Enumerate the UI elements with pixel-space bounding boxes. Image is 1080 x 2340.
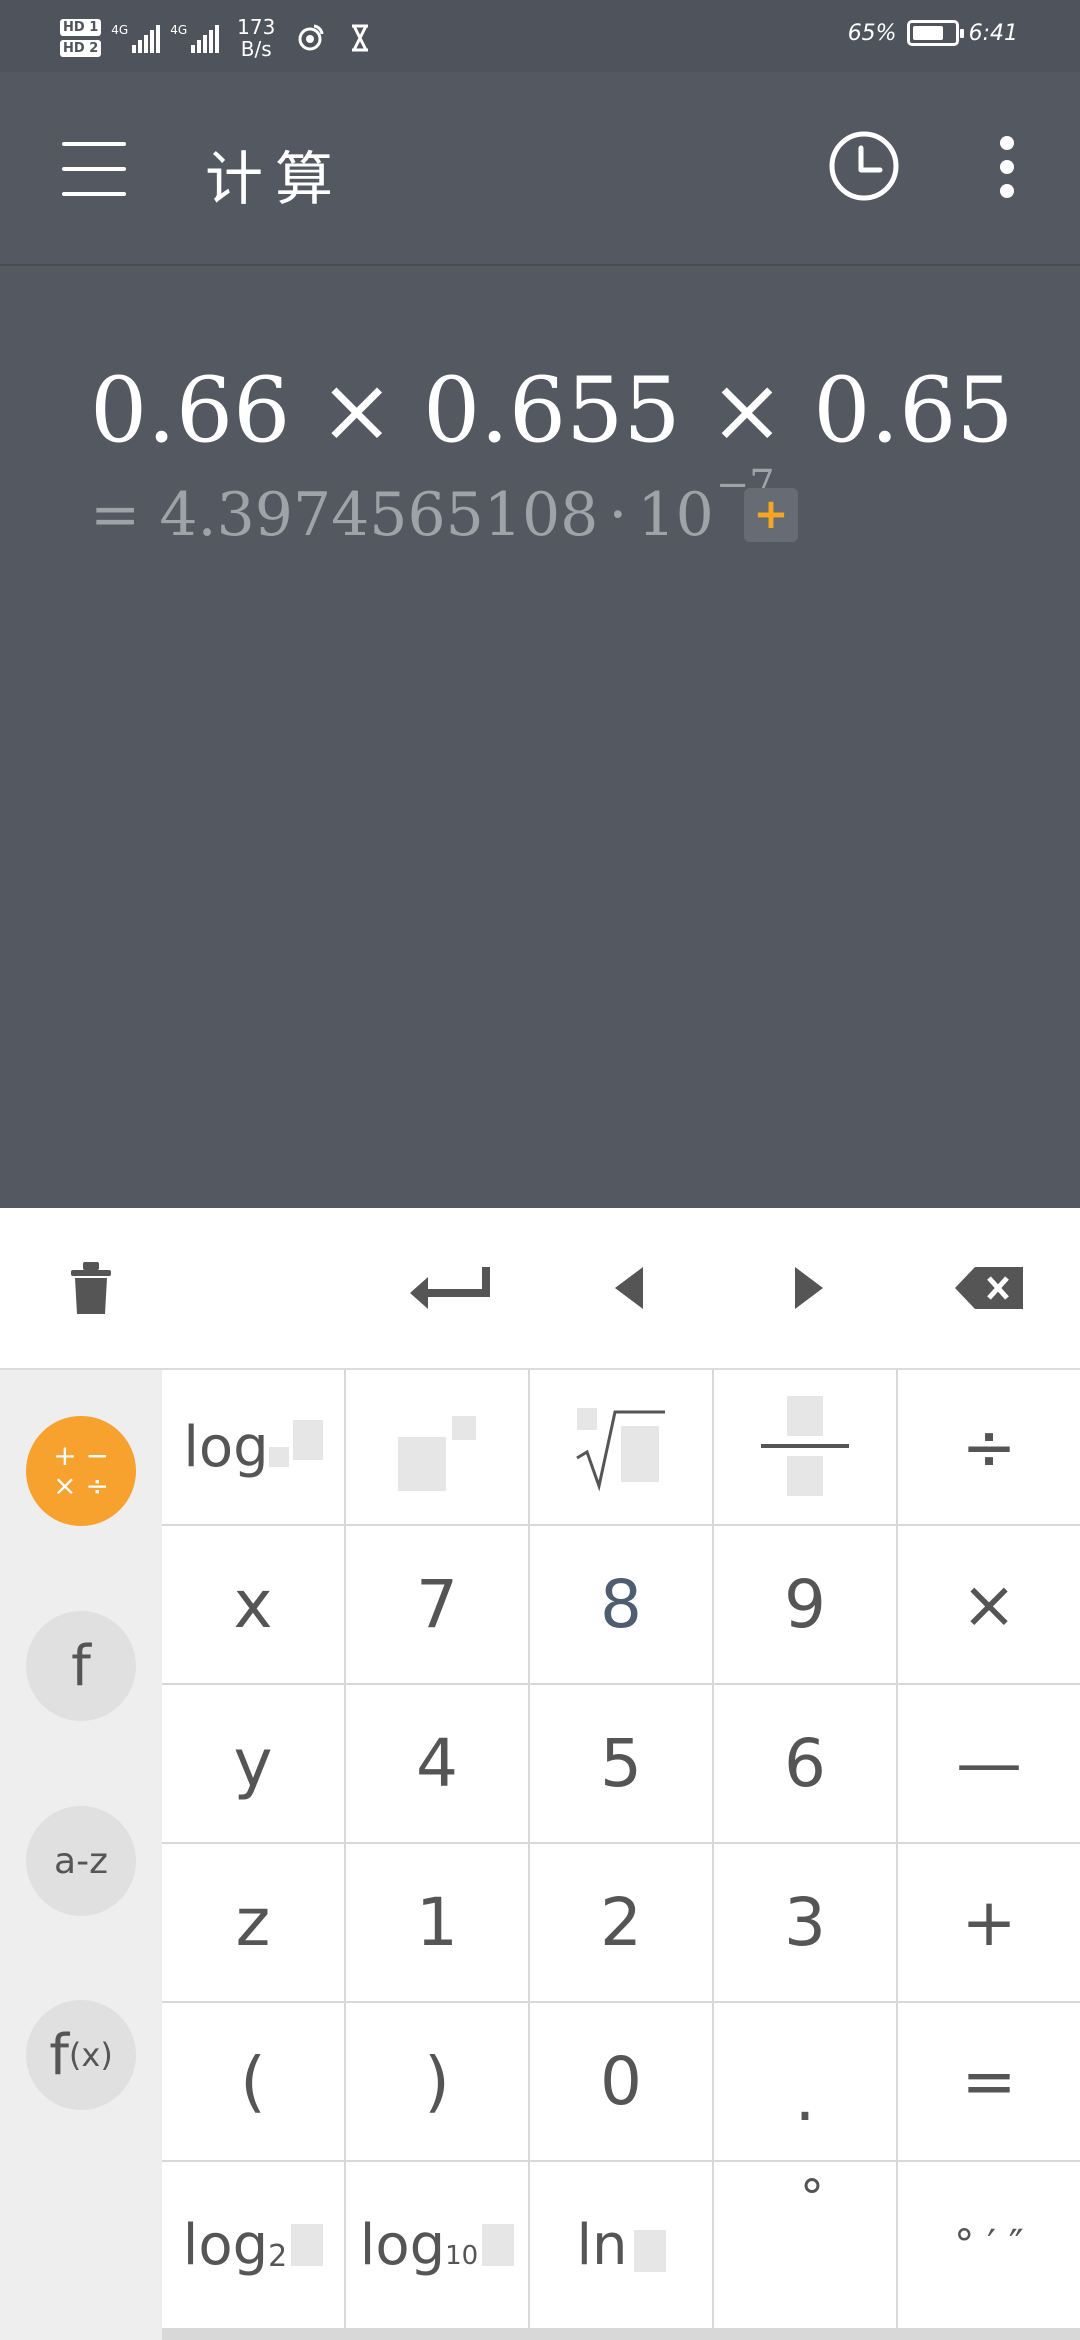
key-left-paren[interactable]: (: [162, 2003, 344, 2160]
signal-icon: 4G: [111, 23, 161, 53]
keypad-mode-sidebar: + − × ÷ f a-z f (x): [0, 1370, 162, 2340]
key-1[interactable]: 1: [346, 1844, 528, 2001]
key-y[interactable]: y: [162, 1685, 344, 1842]
key-minus[interactable]: —: [898, 1685, 1080, 1842]
key-6[interactable]: 6: [714, 1685, 896, 1842]
battery-percent: 65%: [847, 20, 897, 46]
fraction-icon: [761, 1396, 849, 1496]
key-grid: log ÷ x 7 8 9 × y 4 5 6 — z 1 2 3 + ( ) …: [162, 1370, 1080, 2340]
root-icon: [576, 1408, 665, 1492]
key-ln[interactable]: ln: [530, 2162, 712, 2328]
key-divide[interactable]: ÷: [898, 1370, 1080, 1524]
key-4[interactable]: 4: [346, 1685, 528, 1842]
add-result-button[interactable]: +: [744, 488, 798, 542]
calculator-display: 0.66 × 0.655 × 0.65 = 4.3974565108 · 10 …: [0, 268, 1080, 1208]
key-8[interactable]: 8: [530, 1526, 712, 1683]
functions-mode-button[interactable]: f: [26, 1611, 136, 1721]
hourglass-icon: [352, 24, 369, 52]
key-x[interactable]: x: [162, 1526, 344, 1683]
more-vertical-icon[interactable]: [990, 136, 1022, 200]
trash-icon[interactable]: [46, 1258, 136, 1318]
enter-icon[interactable]: [404, 1258, 494, 1318]
status-bar: HD 1 HD 2 4G 4G 173 B/s 65% 6:41: [0, 0, 1080, 72]
key-decimal[interactable]: .: [714, 2003, 896, 2160]
arrow-left-icon[interactable]: [584, 1258, 674, 1318]
edit-toolbar: [0, 1208, 1080, 1370]
key-2[interactable]: 2: [530, 1844, 712, 2001]
key-3[interactable]: 3: [714, 1844, 896, 2001]
hd2-badge: HD 2: [60, 40, 102, 57]
hamburger-icon[interactable]: [62, 142, 126, 196]
key-fraction[interactable]: [714, 1370, 896, 1524]
key-log[interactable]: log: [162, 1370, 344, 1524]
arrow-right-icon[interactable]: [764, 1258, 854, 1318]
clock-icon[interactable]: [828, 130, 900, 202]
operators-mode-button[interactable]: + − × ÷: [26, 1416, 136, 1526]
keypad: + − × ÷ f a-z f(x) log ÷ x 7 8 9 × y 4: [0, 1370, 1080, 2340]
weibo-icon: [298, 24, 324, 51]
clock-time: 6:41: [968, 20, 1018, 46]
key-dms[interactable]: ° ′ ″: [898, 2162, 1080, 2328]
key-log10[interactable]: log 10: [346, 2162, 528, 2328]
result-text: = 4.3974565108 · 10 −7: [90, 462, 775, 550]
key-z[interactable]: z: [162, 1844, 344, 2001]
battery-icon: [906, 20, 964, 46]
letters-mode-button[interactable]: a-z: [26, 1806, 136, 1916]
backspace-icon[interactable]: [944, 1258, 1034, 1318]
key-0[interactable]: 0: [530, 2003, 712, 2160]
key-root[interactable]: [530, 1370, 712, 1524]
expression-text[interactable]: 0.66 × 0.655 × 0.65: [90, 358, 1014, 463]
key-degree[interactable]: °: [714, 2162, 896, 2328]
key-plus[interactable]: +: [898, 1844, 1080, 2001]
key-7[interactable]: 7: [346, 1526, 528, 1683]
key-equals[interactable]: =: [898, 2003, 1080, 2160]
key-right-paren[interactable]: ): [346, 2003, 528, 2160]
key-multiply[interactable]: ×: [898, 1526, 1080, 1683]
fx-mode-button[interactable]: f (x): [26, 2000, 136, 2110]
app-title: 计算: [205, 145, 346, 213]
signal-icon: 4G: [170, 23, 220, 53]
hd1-badge: HD 1: [60, 19, 102, 36]
app-bar: 计算: [0, 72, 1080, 266]
key-log2[interactable]: log 2: [162, 2162, 344, 2328]
key-power[interactable]: [346, 1370, 528, 1524]
network-speed: 173 B/s: [237, 15, 276, 61]
key-5[interactable]: 5: [530, 1685, 712, 1842]
key-9[interactable]: 9: [714, 1526, 896, 1683]
